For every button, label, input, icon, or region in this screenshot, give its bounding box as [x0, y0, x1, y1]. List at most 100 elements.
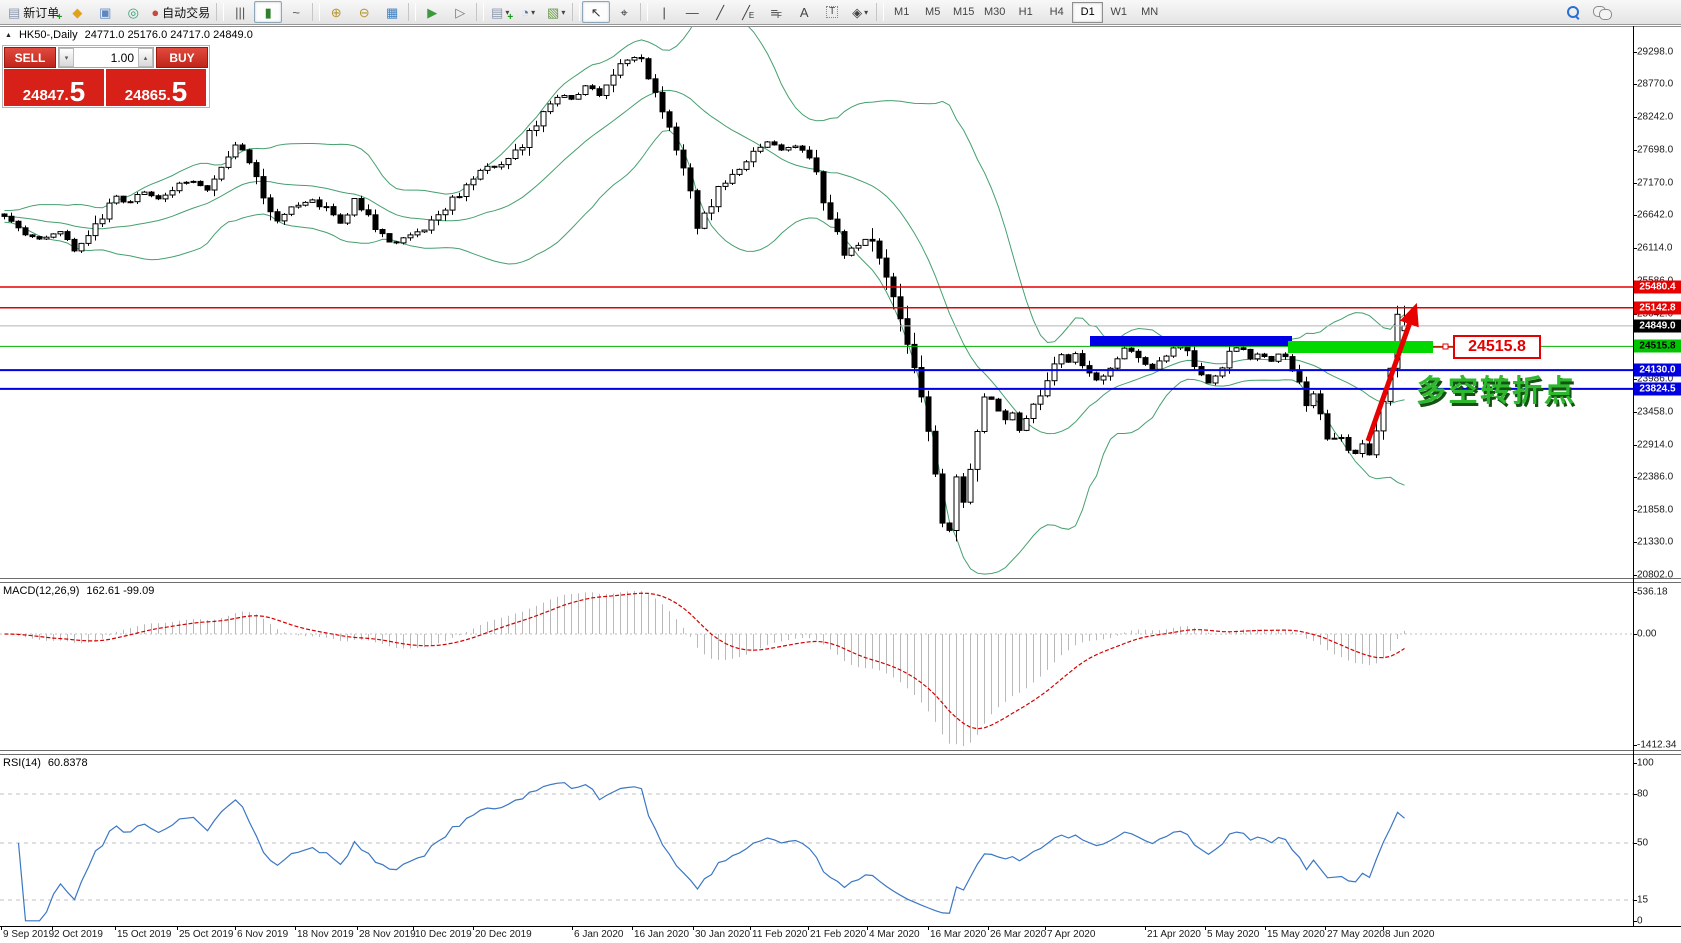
cursor-button[interactable]: ↖ [582, 1, 611, 23]
candle-body [1051, 363, 1058, 382]
timeframe-button-M15[interactable]: M15 [948, 2, 979, 23]
text-button[interactable]: A [790, 1, 818, 23]
green-zone-bar[interactable] [1288, 341, 1433, 353]
indicators-button[interactable]: ▤ + ▾ [486, 1, 514, 23]
rsi-separator-line1[interactable] [0, 750, 1681, 751]
candle-body [981, 396, 988, 432]
shapes-button[interactable]: ◈ ▾ [846, 1, 874, 23]
crosshair-button[interactable]: ⌖ [610, 1, 638, 23]
price-tick-label: 21330.0 [1637, 536, 1674, 548]
candle-body [575, 94, 582, 100]
autotrading-label: 自动交易 [162, 5, 211, 20]
price-tick-label: 29298.0 [1637, 46, 1674, 58]
date-tick-mark [235, 926, 236, 930]
rsi-separator-line2[interactable] [0, 754, 1681, 755]
candle-body [1233, 347, 1240, 352]
candle-body [687, 167, 694, 192]
price-tick-label: 20802.0 [1637, 569, 1674, 581]
chinese-annotation-text[interactable]: 多空转折点 [1416, 366, 1576, 410]
price-tick-label: 27170.0 [1637, 177, 1674, 189]
macd-separator-line1[interactable] [0, 578, 1681, 579]
date-tick-mark [357, 926, 358, 930]
buy-button[interactable]: BUY [156, 47, 208, 68]
date-tick-mark [473, 926, 474, 930]
collapse-arrow-icon[interactable]: ▲ [5, 32, 12, 39]
date-tick-mark [177, 926, 178, 930]
chart-top-border [0, 26, 1681, 27]
candle-body [848, 247, 855, 256]
text-label-button[interactable]: T [818, 1, 846, 23]
sell-price-block[interactable]: 24847. 5 [4, 69, 104, 106]
candle-body [351, 198, 358, 216]
timeframe-button-M5[interactable]: M5 [917, 2, 948, 23]
date-tick-mark [572, 926, 573, 930]
candle-body [680, 149, 687, 169]
date-tick-label: 16 Mar 2020 [930, 929, 987, 940]
date-tick-mark [1265, 926, 1266, 930]
candle-body [1317, 393, 1324, 415]
candle-body [645, 58, 652, 80]
trendline-button[interactable]: ╱ [706, 1, 734, 23]
candle-body [484, 165, 491, 171]
charts-button[interactable]: ▣ [91, 1, 119, 23]
timeframe-button-H1[interactable]: H1 [1010, 2, 1041, 23]
candle-body [610, 74, 617, 86]
date-tick-label: 5 May 2020 [1207, 929, 1260, 940]
sell-button[interactable]: SELL [4, 47, 56, 68]
candle-body [813, 157, 820, 173]
timeframe-button-M30[interactable]: M30 [979, 2, 1010, 23]
volume-down-button[interactable]: ▾ [59, 48, 74, 67]
blue-zone-bar[interactable] [1090, 336, 1292, 346]
buy-price-block[interactable]: 24865. 5 [106, 69, 206, 106]
line-chart-button[interactable]: ~ [282, 1, 310, 23]
date-tick-mark [115, 926, 116, 930]
timeframe-button-H4[interactable]: H4 [1041, 2, 1072, 23]
volume-input[interactable] [74, 48, 138, 67]
autotrading-button[interactable]: ● 自动交易 [147, 1, 214, 23]
candle-body [1247, 348, 1254, 360]
timeframe-button-M1[interactable]: M1 [886, 2, 917, 23]
candlesticks-button[interactable]: ▮ [254, 1, 283, 23]
timeframe-button-MN[interactable]: MN [1134, 2, 1165, 23]
tile-windows-button[interactable]: ▦ [378, 1, 406, 23]
date-tick-mark [1, 926, 2, 930]
templates-icon: ▧ [547, 4, 560, 20]
fibonacci-button[interactable]: ≡ F [762, 1, 790, 23]
symbol-header: ▲ HK50-,Daily 24771.0 25176.0 24717.0 24… [5, 29, 253, 41]
candle-body [568, 95, 575, 100]
charts-icon: ▣ [99, 4, 112, 20]
new-order-button[interactable]: ▤ + 新订单 [4, 1, 63, 23]
vertical-line-button[interactable]: | [650, 1, 678, 23]
timeframe-button-W1[interactable]: W1 [1103, 2, 1134, 23]
macd-separator-line2[interactable] [0, 582, 1681, 583]
templates-button[interactable]: ▧ ▾ [542, 1, 570, 23]
candle-body [1324, 413, 1331, 440]
candle-body [127, 201, 134, 204]
profile-button[interactable]: ◆ [63, 1, 91, 23]
candle-body [316, 199, 323, 208]
main-price-chart[interactable] [0, 26, 1633, 578]
candle-body [960, 476, 967, 503]
plus-badge-icon: + [507, 12, 514, 23]
auto-scroll-button[interactable]: ▶ [418, 1, 446, 23]
candle-body [169, 190, 176, 196]
date-tick-mark [1205, 926, 1206, 930]
horizontal-line-button[interactable]: — [678, 1, 706, 23]
timeframe-button-D1[interactable]: D1 [1072, 1, 1104, 23]
zoom-out-button[interactable]: ⊖ [350, 1, 378, 23]
periods-button[interactable]: ◔ ▾ [514, 1, 542, 23]
crosshair-icon: ⌖ [620, 4, 628, 20]
search-icon[interactable] [1567, 6, 1580, 20]
zoom-in-button[interactable]: ⊕ [322, 1, 350, 23]
chat-icon[interactable] [1593, 6, 1612, 20]
price-callout-label[interactable]: 24515.8 [1453, 335, 1541, 359]
vertical-line-icon: | [662, 4, 666, 20]
signal-button[interactable]: ◎ [119, 1, 147, 23]
bar-chart-button[interactable]: ||| [226, 1, 254, 23]
date-tick-mark [928, 926, 929, 930]
price-tick-label: 21858.0 [1637, 504, 1674, 516]
volume-up-button[interactable]: ▴ [138, 48, 153, 67]
chart-shift-button[interactable]: ▷ [446, 1, 474, 23]
channel-button[interactable]: ╱ E [734, 1, 762, 23]
candle-body [1079, 353, 1086, 367]
